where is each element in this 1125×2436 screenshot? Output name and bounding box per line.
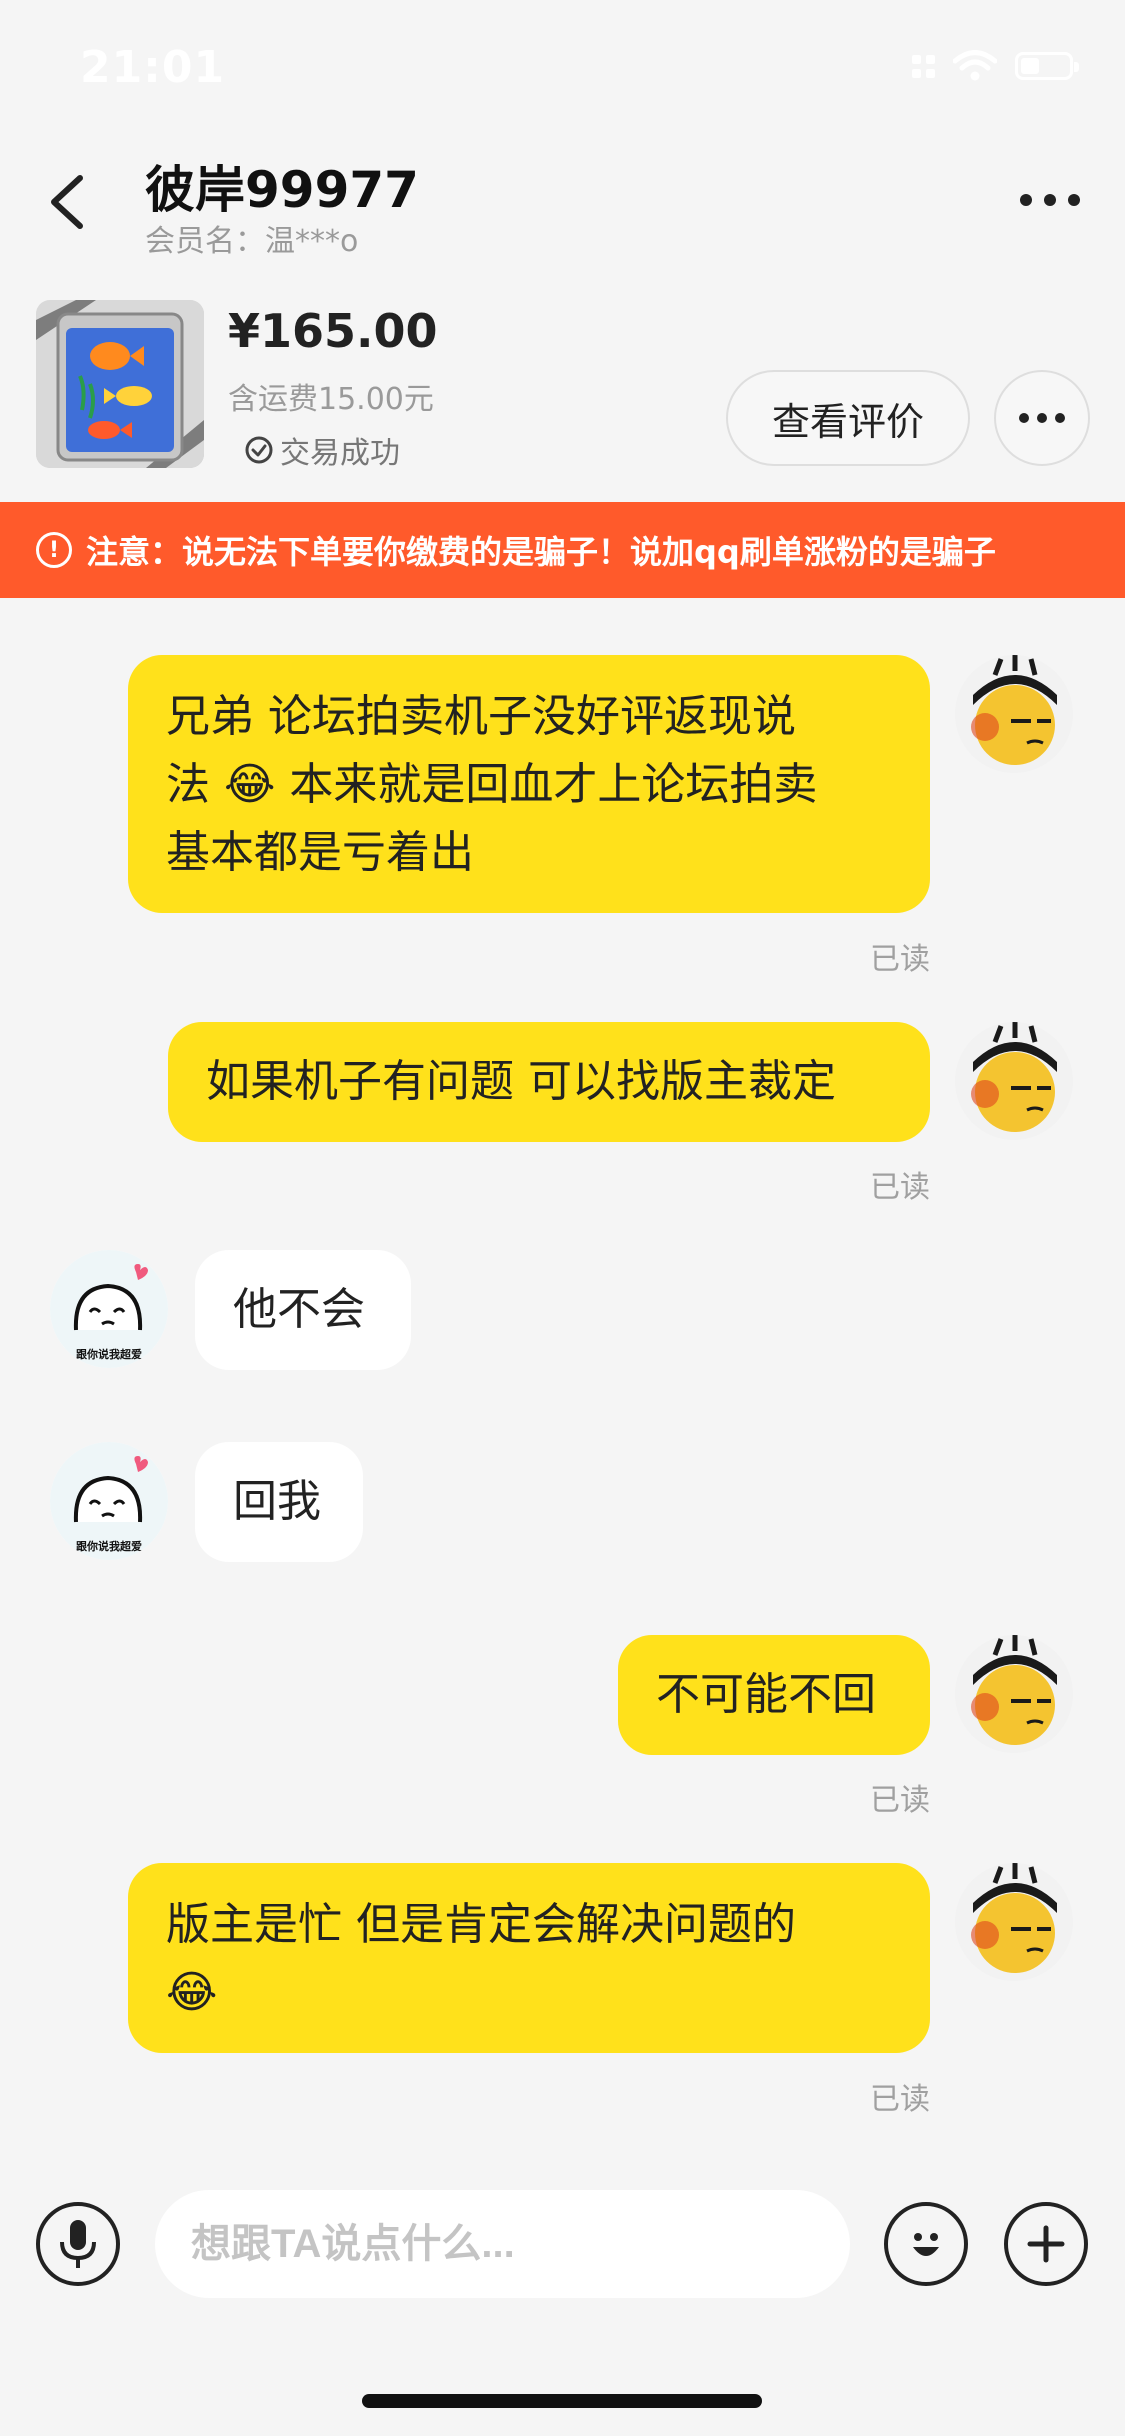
more-options-button[interactable] [1015,180,1085,220]
trade-status: 交易成功 [244,428,400,472]
member-name: 会员名：温***o [145,224,359,259]
my-avatar[interactable] [955,1022,1073,1140]
shipping-fee: 含运费15.00元 [228,382,434,417]
add-attachment-button[interactable] [1004,2202,1088,2286]
home-indicator[interactable] [362,2394,762,2408]
battery-icon [1015,52,1079,80]
peer-avatar[interactable]: 跟你说我超爱 [50,1250,168,1368]
smiley-icon [913,2233,939,2256]
view-review-button[interactable]: 查看评价 [726,370,970,466]
read-receipt: 已读 [870,942,930,977]
message-bubble-incoming[interactable]: 回我 [195,1442,363,1562]
message-bubble-outgoing[interactable]: 兄弟 论坛拍卖机子没好评返现说 法 😂 本来就是回血才上论坛拍卖 基本都是亏着出 [128,655,930,913]
message-bubble-incoming[interactable]: 他不会 [195,1250,411,1370]
status-time: 21:01 [80,42,226,93]
more-dots-icon [1019,413,1029,423]
back-button[interactable] [40,162,100,242]
cellular-signal-icon [912,54,935,78]
message-line: 如果机子有问题 可以找版主裁定 [206,1056,836,1107]
read-receipt: 已读 [870,1170,930,1205]
check-circle-icon [245,436,273,464]
chat-header: 彼岸99977 会员名：温***o [0,132,1125,282]
message-line: 法 😂 本来就是回血才上论坛拍卖 [166,759,818,810]
input-bar [0,2180,1125,2310]
message-line: 😂 [166,1967,218,2018]
wifi-icon [953,50,997,81]
warning-text: 注意：说无法下单要你缴费的是骗子！说加qq刷单涨粉的是骗子 [86,533,996,571]
message-line: 兄弟 论坛拍卖机子没好评返现说 [166,691,796,742]
back-arrow-icon [51,175,83,229]
product-price: ¥165.00 [228,304,438,358]
product-thumbnail[interactable] [36,300,204,468]
peer-avatar-caption: 跟你说我超爱 [76,1348,142,1361]
my-avatar[interactable] [955,1863,1073,1981]
read-receipt: 已读 [870,2082,930,2117]
peer-avatar-caption: 跟你说我超爱 [76,1540,142,1553]
trade-status-label: 交易成功 [280,436,400,471]
more-dots-icon [1020,194,1032,206]
microphone-icon [60,2220,96,2268]
status-icons [912,50,1079,82]
status-bar: 21:01 [0,0,1125,132]
exclamation-icon: ! [36,532,72,568]
voice-button[interactable] [36,2202,120,2286]
message-bubble-outgoing[interactable]: 版主是忙 但是肯定会解决问题的 😂 [128,1863,930,2053]
my-avatar[interactable] [955,655,1073,773]
my-avatar[interactable] [955,1635,1073,1753]
message-input[interactable] [155,2190,850,2298]
product-card: ¥165.00 含运费15.00元 交易成功 查看评价 [0,282,1125,502]
fraud-warning-banner: ! 注意：说无法下单要你缴费的是骗子！说加qq刷单涨粉的是骗子 [0,502,1125,598]
message-line: 回我 [233,1476,321,1527]
read-receipt: 已读 [870,1783,930,1818]
product-more-button[interactable] [994,370,1090,466]
message-line: 不可能不回 [656,1669,876,1720]
message-bubble-outgoing[interactable]: 如果机子有问题 可以找版主裁定 [168,1022,930,1142]
message-line: 他不会 [233,1284,365,1335]
message-line: 版主是忙 但是肯定会解决问题的 [166,1899,796,1950]
emoji-button[interactable] [884,2202,968,2286]
peer-name[interactable]: 彼岸99977 [145,150,419,222]
message-line: 基本都是亏着出 [166,827,474,878]
peer-avatar[interactable]: 跟你说我超爱 [50,1442,168,1560]
plus-icon [1027,2225,1065,2263]
message-bubble-outgoing[interactable]: 不可能不回 [618,1635,930,1755]
